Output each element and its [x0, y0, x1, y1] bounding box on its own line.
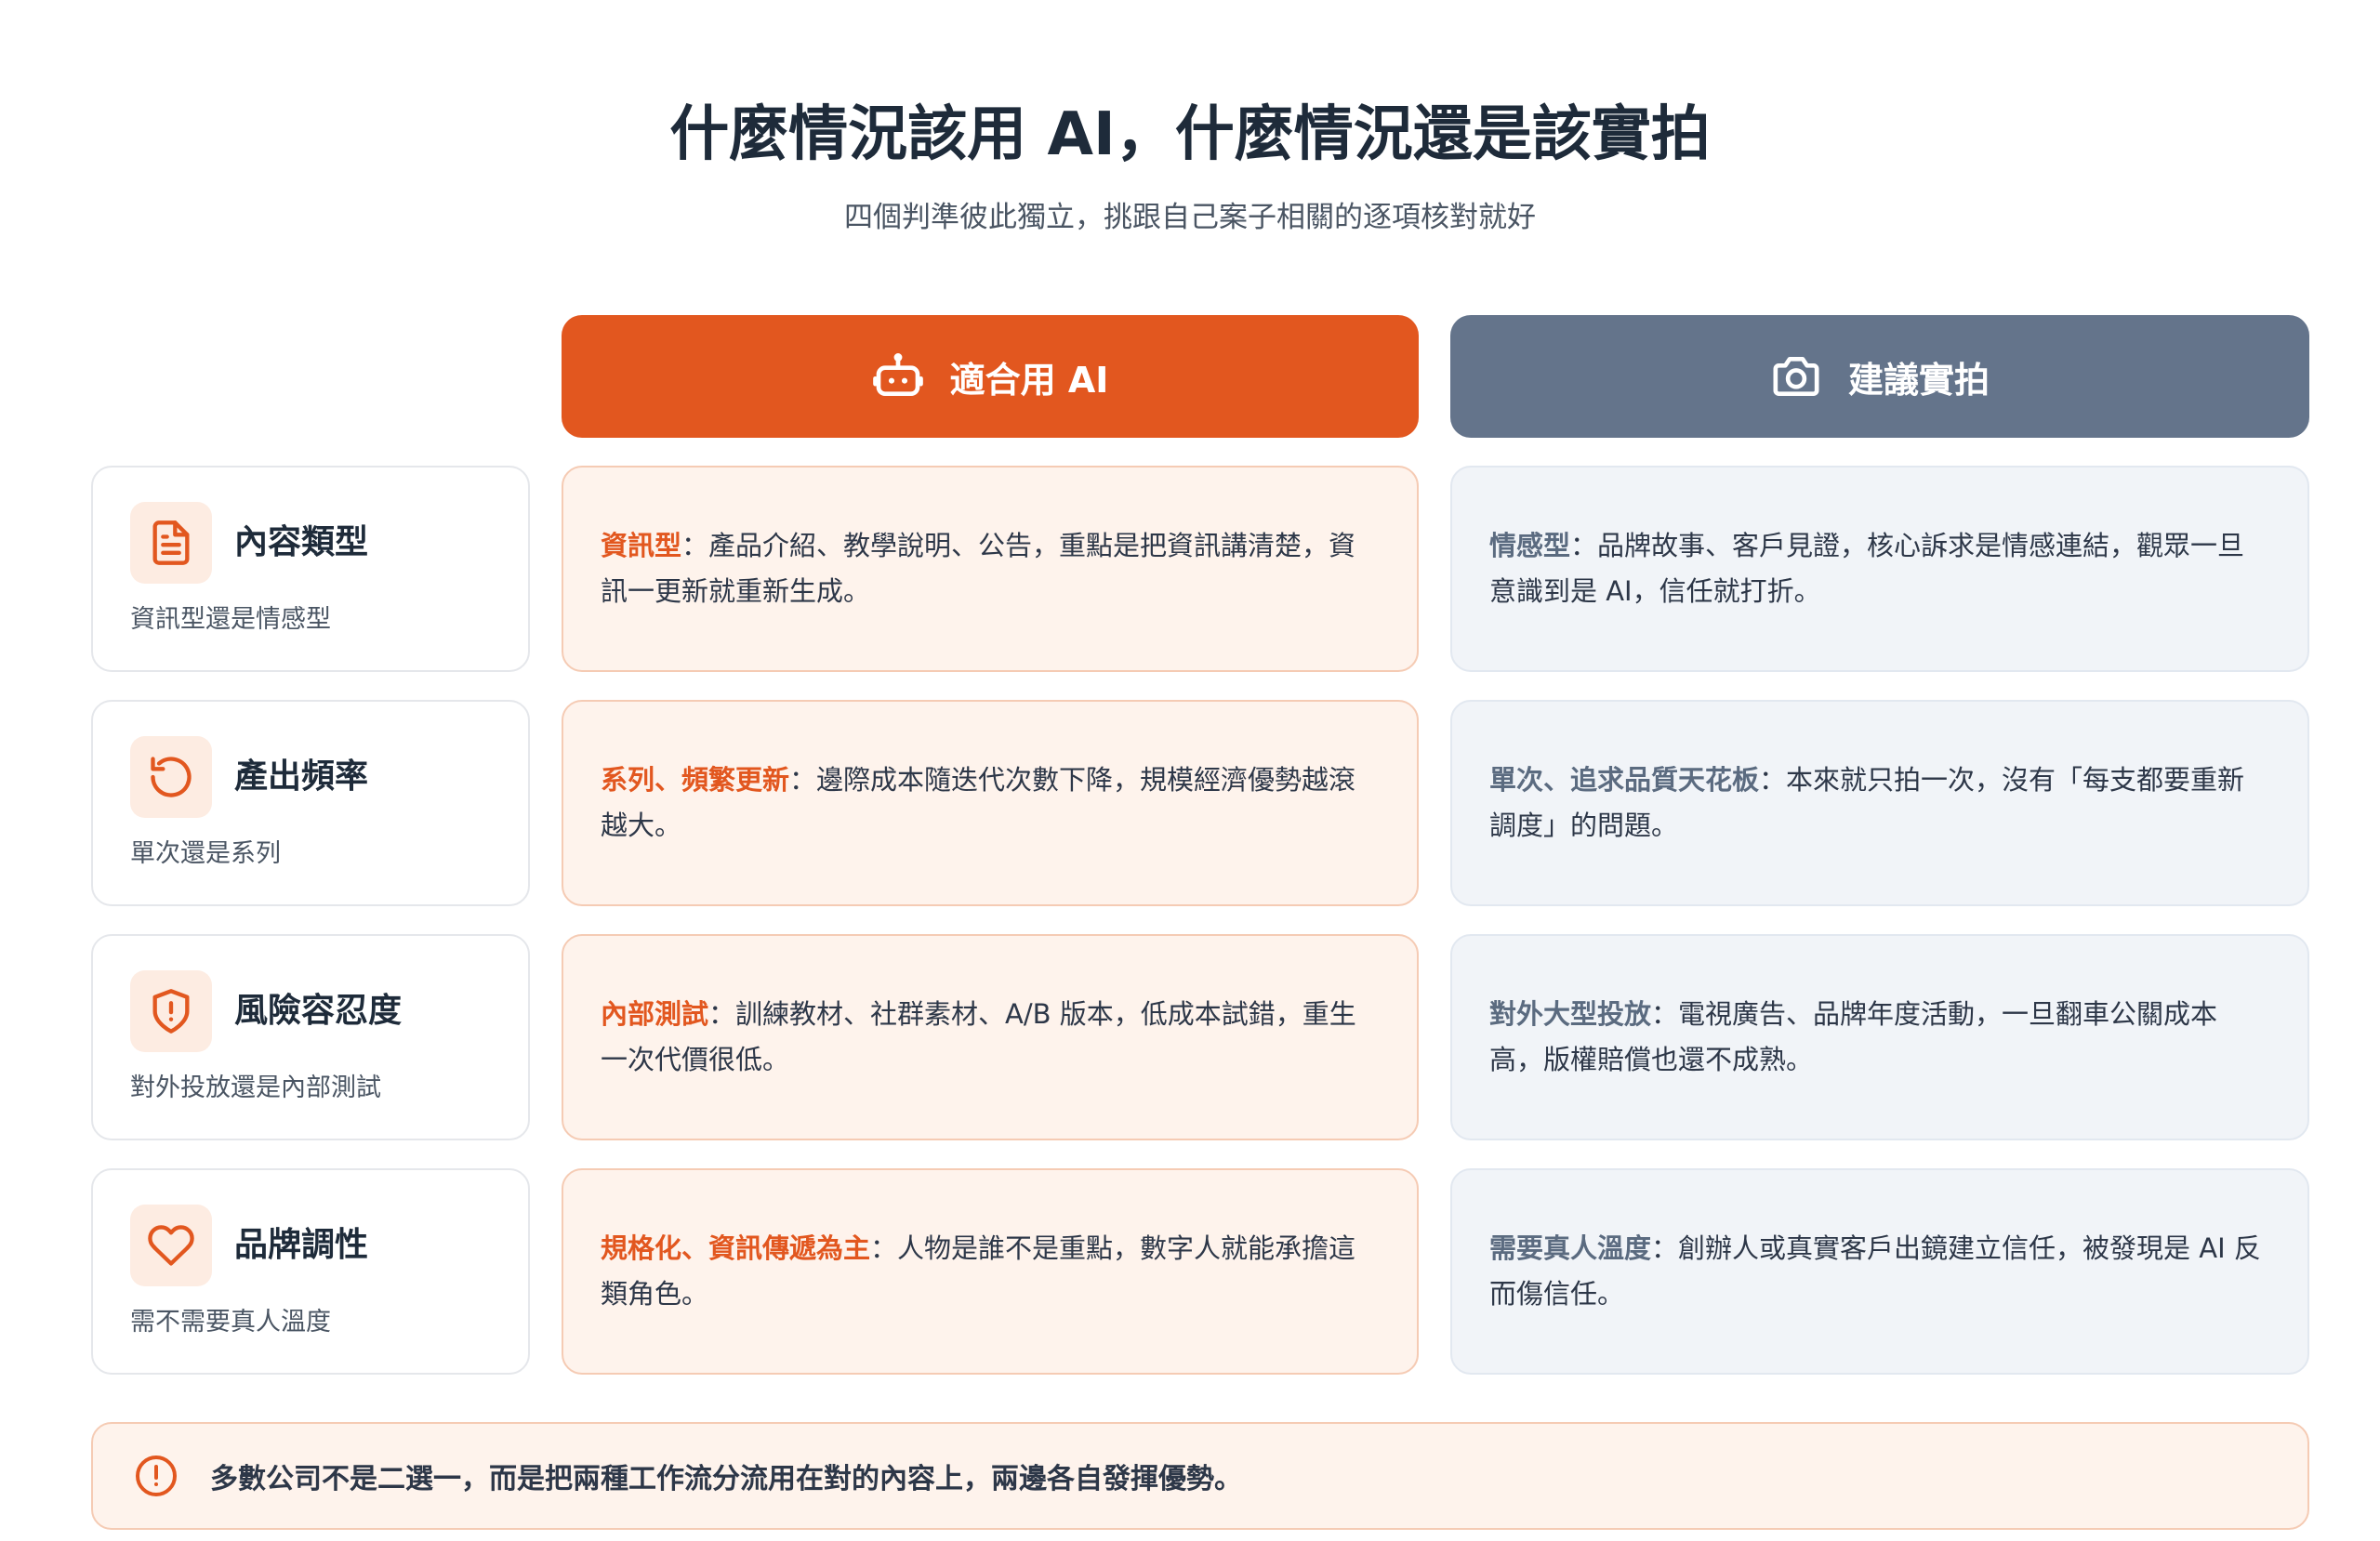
ai-keyword: 資訊型	[601, 530, 681, 561]
refresh-icon	[130, 736, 212, 818]
ai-cell: 內部測試：訓練教材、社群素材、A/B 版本，低成本試錯，重生一次代價很低。	[562, 934, 1419, 1140]
ai-text: ：訓練教材、社群素材、A/B 版本，低成本試錯，重生一次代價很低。	[601, 998, 1356, 1075]
criteria-description: 單次還是系列	[130, 837, 281, 871]
ai-keyword: 規格化、資訊傳遞為主	[601, 1232, 870, 1264]
criteria-name: 產出頻率	[234, 756, 368, 798]
criteria-row: 產出頻率 單次還是系列 系列、頻繁更新：邊際成本隨迭代次數下降，規模經濟優勢越滾…	[0, 700, 2380, 906]
ai-cell: 系列、頻繁更新：邊際成本隨迭代次數下降，規模經濟優勢越滾越大。	[562, 700, 1419, 906]
criteria-row: 風險容忍度 對外投放還是內部測試 內部測試：訓練教材、社群素材、A/B 版本，低…	[0, 934, 2380, 1140]
page-subtitle: 四個判準彼此獨立，挑跟自己案子相關的逐項核對就好	[0, 197, 2380, 238]
ai-cell: 資訊型：產品介紹、教學說明、公告，重點是把資訊講清楚，資訊一更新就重新生成。	[562, 466, 1419, 672]
real-keyword: 情感型	[1489, 530, 1570, 561]
page-title: 什麼情況該用 AI，什麼情況還是該實拍	[0, 93, 2380, 177]
camera-icon	[1770, 350, 1822, 402]
criteria-row: 品牌調性 需不需要真人溫度 規格化、資訊傳遞為主：人物是誰不是重點，數字人就能承…	[0, 1168, 2380, 1375]
criteria-card: 產出頻率 單次還是系列	[91, 700, 530, 906]
real-cell: 對外大型投放：電視廣告、品牌年度活動，一旦翻車公關成本高，版權賠償也還不成熟。	[1450, 934, 2309, 1140]
ai-keyword: 內部測試	[601, 998, 708, 1030]
criteria-card: 品牌調性 需不需要真人溫度	[91, 1168, 530, 1375]
ai-keyword: 系列、頻繁更新	[601, 764, 789, 796]
document-icon	[130, 502, 212, 584]
criteria-name: 內容類型	[234, 521, 368, 564]
alert-circle-icon	[134, 1454, 178, 1498]
summary-note-text: 多數公司不是二選一，而是把兩種工作流分流用在對的內容上，兩邊各自發揮優勢。	[210, 1455, 1242, 1496]
criteria-card: 內容類型 資訊型還是情感型	[91, 466, 530, 672]
real-text: ：品牌故事、客戶見證，核心訴求是情感連結，觀眾一旦意識到是 AI，信任就打折。	[1489, 530, 2244, 607]
column-header-real: 建議實拍	[1450, 315, 2309, 438]
criteria-row: 內容類型 資訊型還是情感型 資訊型：產品介紹、教學說明、公告，重點是把資訊講清楚…	[0, 466, 2380, 672]
summary-note: 多數公司不是二選一，而是把兩種工作流分流用在對的內容上，兩邊各自發揮優勢。	[91, 1422, 2309, 1530]
heart-icon	[130, 1205, 212, 1286]
criteria-name: 風險容忍度	[234, 990, 402, 1033]
column-header-real-label: 建議實拍	[1848, 351, 1990, 402]
real-keyword: 需要真人溫度	[1489, 1232, 1651, 1264]
robot-icon	[872, 350, 924, 402]
column-header-ai: 適合用 AI	[562, 315, 1419, 438]
real-keyword: 對外大型投放	[1489, 998, 1651, 1030]
column-header-ai-label: 適合用 AI	[950, 351, 1109, 402]
shield-alert-icon	[130, 970, 212, 1052]
criteria-card: 風險容忍度 對外投放還是內部測試	[91, 934, 530, 1140]
comparison-page: 什麼情況該用 AI，什麼情況還是該實拍 四個判準彼此獨立，挑跟自己案子相關的逐項…	[0, 0, 2380, 1541]
criteria-description: 資訊型還是情感型	[130, 603, 331, 637]
real-cell: 單次、追求品質天花板：本來就只拍一次，沒有「每支都要重新調度」的問題。	[1450, 700, 2309, 906]
criteria-description: 對外投放還是內部測試	[130, 1072, 381, 1105]
real-keyword: 單次、追求品質天花板	[1489, 764, 1759, 796]
ai-text: ：產品介紹、教學說明、公告，重點是把資訊講清楚，資訊一更新就重新生成。	[601, 530, 1355, 607]
real-cell: 需要真人溫度：創辦人或真實客戶出鏡建立信任，被發現是 AI 反而傷信任。	[1450, 1168, 2309, 1375]
criteria-name: 品牌調性	[234, 1224, 368, 1267]
real-cell: 情感型：品牌故事、客戶見證，核心訴求是情感連結，觀眾一旦意識到是 AI，信任就打…	[1450, 466, 2309, 672]
ai-cell: 規格化、資訊傳遞為主：人物是誰不是重點，數字人就能承擔這類角色。	[562, 1168, 1419, 1375]
criteria-description: 需不需要真人溫度	[130, 1306, 331, 1339]
